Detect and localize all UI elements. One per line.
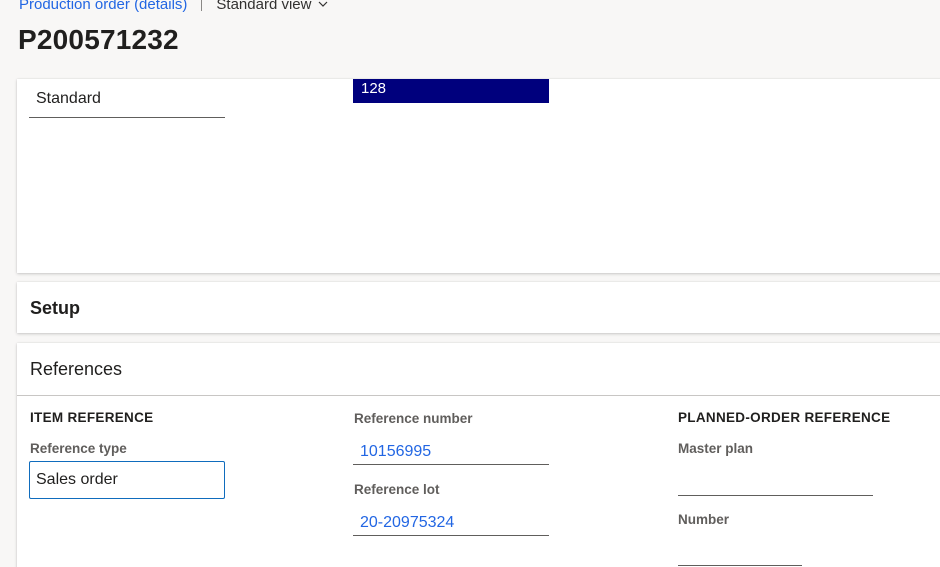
selected-value-cell[interactable]: 128 bbox=[353, 79, 549, 103]
reference-lot-link[interactable]: 20-20975324 bbox=[353, 507, 549, 536]
setup-title[interactable]: Setup bbox=[30, 298, 80, 319]
view-selector-label: Standard view bbox=[216, 0, 312, 13]
reference-number-label: Reference number bbox=[354, 411, 473, 426]
breadcrumb: Production order (details) Standard view bbox=[19, 0, 328, 14]
reference-type-field[interactable]: Sales order bbox=[29, 461, 225, 499]
reference-lot-label: Reference lot bbox=[354, 482, 440, 497]
reference-number-link[interactable]: 10156995 bbox=[353, 436, 549, 465]
breadcrumb-link[interactable]: Production order (details) bbox=[19, 0, 187, 13]
general-card: Standard 128 bbox=[17, 79, 940, 273]
planned-order-reference-heading: PLANNED-ORDER REFERENCE bbox=[678, 410, 891, 425]
number-label: Number bbox=[678, 512, 730, 527]
references-fasttab: References ITEM REFERENCE Reference type… bbox=[17, 343, 940, 567]
number-field[interactable] bbox=[678, 536, 802, 566]
view-selector[interactable]: Standard view bbox=[216, 0, 328, 13]
setup-fasttab[interactable]: Setup bbox=[17, 282, 940, 333]
section-divider bbox=[17, 395, 940, 396]
page-title: P200571232 bbox=[18, 24, 179, 55]
breadcrumb-separator bbox=[201, 0, 203, 11]
chevron-down-icon bbox=[319, 1, 328, 7]
master-plan-label: Master plan bbox=[678, 441, 754, 456]
item-reference-heading: ITEM REFERENCE bbox=[30, 410, 154, 425]
reference-type-label: Reference type bbox=[30, 441, 127, 456]
master-plan-field[interactable] bbox=[678, 466, 873, 496]
references-title[interactable]: References bbox=[30, 359, 122, 380]
standard-field[interactable]: Standard bbox=[29, 87, 225, 118]
